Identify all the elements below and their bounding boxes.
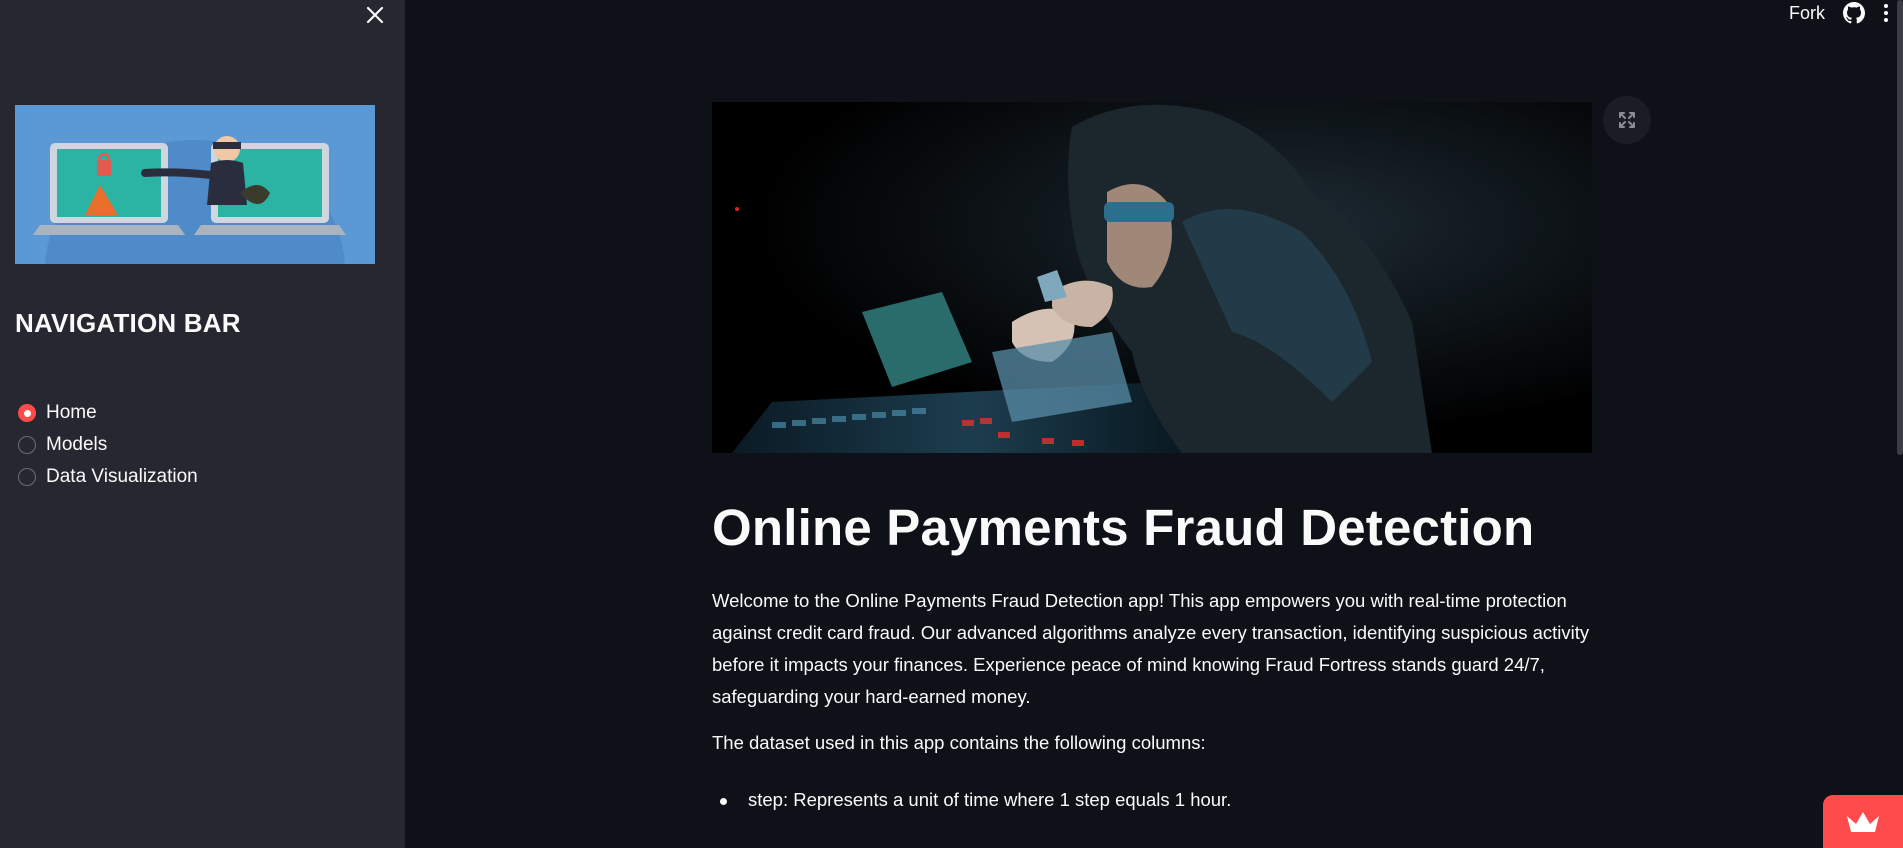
nav-radio-group: Home Models Data Visualization (18, 402, 198, 488)
top-toolbar: Fork (1789, 0, 1903, 26)
main-content: Online Payments Fraud Detection Welcome … (405, 0, 1903, 848)
nav-option-models[interactable]: Models (18, 434, 198, 456)
radio-selected-icon (18, 404, 36, 422)
nav-option-label: Models (46, 434, 108, 455)
list-item: step: Represents a unit of time where 1 … (712, 789, 1231, 819)
app-root: NAVIGATION BAR Home Models Data Visualiz… (0, 0, 1903, 848)
list-item-text: step: Represents a unit of time where 1 … (748, 789, 1232, 810)
close-icon (366, 6, 384, 24)
expand-icon (1619, 112, 1635, 128)
fork-button[interactable]: Fork (1789, 3, 1825, 24)
bullet-icon (720, 798, 727, 805)
github-button[interactable] (1843, 2, 1865, 24)
nav-option-label: Home (46, 402, 97, 423)
radio-unselected-icon (18, 436, 36, 454)
nav-title: NAVIGATION BAR (15, 308, 241, 338)
fullscreen-button[interactable] (1603, 96, 1651, 144)
hero-image (712, 102, 1592, 453)
main-menu-button[interactable] (1883, 3, 1889, 23)
crown-icon (1847, 811, 1879, 832)
nav-option-label: Data Visualization (46, 466, 198, 487)
more-vertical-icon (1884, 4, 1888, 22)
sidebar: NAVIGATION BAR Home Models Data Visualiz… (0, 0, 405, 848)
dataset-intro: The dataset used in this app contains th… (712, 732, 1206, 753)
sidebar-banner-image (15, 105, 375, 264)
close-sidebar-button[interactable] (360, 0, 390, 30)
streamlit-badge[interactable] (1823, 795, 1903, 848)
intro-paragraph: Welcome to the Online Payments Fraud Det… (712, 590, 1590, 707)
page-title: Online Payments Fraud Detection (712, 499, 1535, 556)
radio-unselected-icon (18, 468, 36, 486)
scrollbar[interactable] (1897, 0, 1903, 455)
columns-list: step: Represents a unit of time where 1 … (712, 789, 1231, 819)
github-icon (1843, 2, 1865, 24)
nav-option-home[interactable]: Home (18, 402, 198, 424)
nav-option-data-visualization[interactable]: Data Visualization (18, 466, 198, 488)
